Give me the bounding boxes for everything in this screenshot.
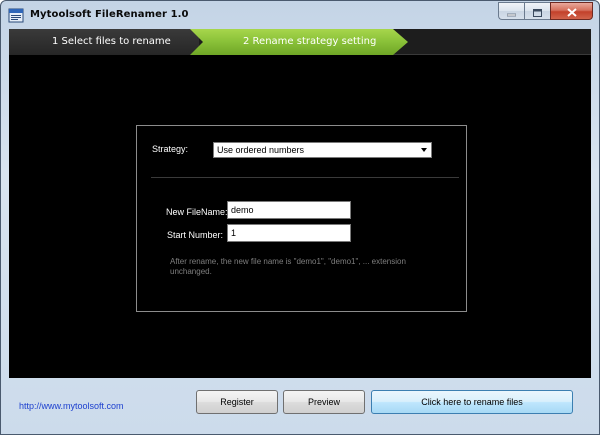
strategy-selected-value: Use ordered numbers (217, 145, 305, 155)
website-link[interactable]: http://www.mytoolsoft.com (19, 401, 124, 411)
step-label: 1 Select files to rename (52, 36, 171, 47)
step-label: 2 Rename strategy setting (243, 36, 377, 47)
caption-buttons (498, 2, 593, 20)
new-filename-label: New FileName: (166, 207, 228, 217)
rename-preview-hint: After rename, the new file name is "demo… (170, 257, 406, 276)
file-renamer-icon (8, 8, 24, 23)
chevron-down-icon (421, 148, 427, 152)
minimize-button[interactable] (498, 2, 524, 20)
window-title: Mytoolsoft FileRenamer 1.0 (30, 9, 189, 20)
strategy-dropdown[interactable]: Use ordered numbers (213, 142, 432, 158)
step-select-files[interactable]: 1 Select files to rename (9, 29, 199, 55)
preview-button[interactable]: Preview (283, 390, 365, 414)
rename-files-button[interactable]: Click here to rename files (371, 390, 573, 414)
step-rename-strategy[interactable]: 2 Rename strategy setting (190, 29, 408, 55)
register-button[interactable]: Register (196, 390, 278, 414)
start-number-input[interactable]: 1 (227, 224, 351, 242)
start-number-label: Start Number: (167, 230, 224, 240)
app-window: Mytoolsoft FileRenamer 1.0 1 Select file… (0, 0, 600, 435)
maximize-icon (533, 2, 542, 21)
title-bar[interactable]: Mytoolsoft FileRenamer 1.0 (1, 1, 599, 29)
divider (151, 177, 459, 178)
start-number-value: 1 (231, 228, 237, 238)
footer-bar: http://www.mytoolsoft.com Register Previ… (9, 380, 591, 427)
close-icon (566, 2, 577, 21)
client-area: 1 Select files to rename 2 Rename strate… (9, 29, 591, 378)
maximize-button[interactable] (524, 2, 550, 20)
strategy-settings-panel: Strategy: Use ordered numbers New FileNa… (136, 125, 467, 312)
new-filename-input[interactable]: demo (227, 201, 351, 219)
minimize-icon (506, 2, 517, 21)
close-button[interactable] (550, 2, 593, 20)
wizard-steps: 1 Select files to rename 2 Rename strate… (9, 29, 591, 55)
new-filename-value: demo (231, 205, 254, 215)
strategy-label: Strategy: (152, 144, 189, 154)
